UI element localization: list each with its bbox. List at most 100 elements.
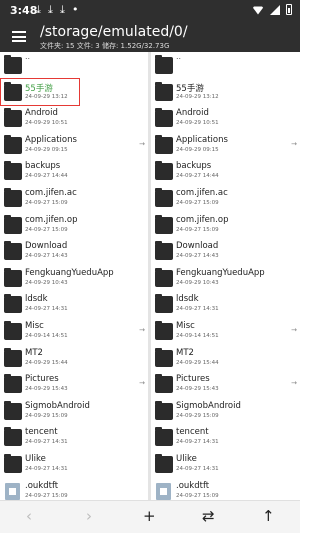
folder-icon: [4, 267, 22, 287]
file-row[interactable]: Applications 24-09-29 09:15 →: [0, 132, 148, 159]
file-name: ldsdk: [25, 294, 48, 305]
file-row[interactable]: Ulike 24-09-27 14:31: [151, 451, 300, 478]
file-row[interactable]: Misc 24-09-14 14:51 →: [0, 318, 148, 345]
file-name: com.jifen.ac: [176, 187, 228, 198]
file-name: 55手游: [176, 83, 204, 94]
up-icon[interactable]: ↑: [262, 507, 275, 525]
file-date: 24-09-27 15:09: [25, 226, 68, 233]
file-date: 24-09-29 13:12: [176, 93, 219, 100]
file-date: 24-09-29 10:51: [25, 120, 68, 127]
add-icon[interactable]: +: [143, 507, 156, 525]
file-name: com.jifen.op: [176, 214, 229, 225]
file-row[interactable]: ldsdk 24-09-27 14:31: [151, 291, 300, 318]
file-name: backups: [25, 161, 61, 172]
folder-icon: [4, 134, 22, 154]
folder-icon: [4, 347, 22, 367]
folder-icon: [4, 241, 22, 261]
folder-icon: [155, 134, 173, 154]
file-name: .oukdtft: [25, 480, 59, 491]
file-name: Ulike: [176, 453, 197, 464]
symlink-arrow-icon: →: [139, 139, 145, 148]
folder-icon: [155, 214, 173, 234]
file-name: Applications: [176, 134, 228, 145]
menu-icon[interactable]: [12, 31, 26, 42]
file-date: 24-09-27 15:09: [176, 492, 219, 499]
folder-icon: [4, 453, 22, 473]
file-date: 24-09-29 10:43: [176, 279, 219, 286]
file-row[interactable]: Pictures 24-09-29 15:43 →: [151, 371, 300, 398]
folder-icon: [4, 214, 22, 234]
file-row[interactable]: SigmobAndroid 24-09-29 15:09: [0, 398, 148, 425]
current-path[interactable]: /storage/emulated/0/: [40, 24, 188, 40]
file-icon: [5, 482, 20, 500]
file-date: 24-09-27 15:09: [176, 226, 219, 233]
file-name: Misc: [25, 320, 44, 331]
file-row[interactable]: Download 24-09-27 14:43: [0, 238, 148, 265]
folder-icon: [155, 374, 173, 394]
file-row[interactable]: .oukdtft 24-09-27 15:09: [151, 478, 300, 501]
file-row[interactable]: Misc 24-09-14 14:51 →: [151, 318, 300, 345]
toolbar: /storage/emulated/0/ 文件夹: 15 文件: 3 储存: 1…: [0, 22, 300, 52]
swap-panes-icon[interactable]: ⇄: [202, 507, 215, 525]
file-date: 24-09-27 15:09: [25, 199, 68, 206]
file-row[interactable]: backups 24-09-27 14:44: [151, 158, 300, 185]
file-row[interactable]: backups 24-09-27 14:44: [0, 158, 148, 185]
file-row[interactable]: com.jifen.op 24-09-27 15:09: [0, 212, 148, 239]
file-row[interactable]: SigmobAndroid 24-09-29 15:09: [151, 398, 300, 425]
folder-icon: [4, 187, 22, 207]
folder-icon: [155, 294, 173, 314]
file-date: 24-09-27 14:31: [176, 439, 219, 446]
file-row[interactable]: Download 24-09-27 14:43: [151, 238, 300, 265]
file-date: 24-09-27 14:43: [25, 253, 68, 260]
right-file-pane[interactable]: .. 55手游 24-09-29 13:12 Android 24-09-29 10:5…: [151, 52, 300, 500]
file-row[interactable]: MT2 24-09-29 15:44: [151, 345, 300, 372]
folder-icon: [4, 108, 22, 128]
file-row[interactable]: com.jifen.op 24-09-27 15:09: [151, 212, 300, 239]
file-name: MT2: [176, 347, 194, 358]
file-row[interactable]: com.jifen.ac 24-09-27 15:09: [0, 185, 148, 212]
symlink-arrow-icon: →: [291, 325, 297, 334]
symlink-arrow-icon: →: [291, 139, 297, 148]
folder-icon: [155, 241, 173, 261]
file-row[interactable]: Applications 24-09-29 09:15 →: [151, 132, 300, 159]
file-name: backups: [176, 161, 212, 172]
left-file-pane[interactable]: .. 55手游 24-09-29 13:12 Android 24-09-29 10:5…: [0, 52, 148, 500]
file-name: tencent: [176, 427, 209, 438]
file-row[interactable]: 55手游 24-09-29 13:12: [0, 79, 148, 106]
file-date: 24-09-27 14:31: [25, 465, 68, 472]
back-icon[interactable]: ‹: [26, 507, 32, 525]
file-name: FengkuangYueduApp: [25, 267, 114, 278]
file-date: 24-09-27 14:44: [176, 173, 219, 180]
file-row[interactable]: ldsdk 24-09-27 14:31: [0, 291, 148, 318]
wifi-icon: [252, 6, 264, 15]
parent-dir-row[interactable]: ..: [151, 52, 300, 79]
file-row[interactable]: Android 24-09-29 10:51: [0, 105, 148, 132]
file-row[interactable]: FengkuangYueduApp 24-09-29 10:43: [151, 265, 300, 292]
parent-dir-label: ..: [176, 52, 182, 61]
file-date: 24-09-27 14:31: [25, 306, 68, 313]
symlink-arrow-icon: →: [139, 379, 145, 388]
file-row[interactable]: com.jifen.ac 24-09-27 15:09: [151, 185, 300, 212]
file-row[interactable]: FengkuangYueduApp 24-09-29 10:43: [0, 265, 148, 292]
forward-icon[interactable]: ›: [86, 507, 92, 525]
file-date: 24-09-29 09:15: [25, 146, 68, 153]
folder-icon: [155, 81, 173, 101]
symlink-arrow-icon: →: [139, 325, 145, 334]
file-row[interactable]: Android 24-09-29 10:51: [151, 105, 300, 132]
file-row[interactable]: MT2 24-09-29 15:44: [0, 345, 148, 372]
file-date: 24-09-29 15:44: [176, 359, 219, 366]
folder-icon: [4, 427, 22, 447]
file-date: 24-09-29 15:09: [176, 412, 219, 419]
parent-dir-row[interactable]: ..: [0, 52, 148, 79]
file-row[interactable]: tencent 24-09-27 14:31: [0, 424, 148, 451]
file-name: Android: [176, 108, 209, 119]
file-row[interactable]: Ulike 24-09-27 14:31: [0, 451, 148, 478]
file-row[interactable]: .oukdtft 24-09-27 15:09: [0, 478, 148, 501]
file-row[interactable]: tencent 24-09-27 14:31: [151, 424, 300, 451]
file-row[interactable]: Pictures 24-09-29 15:43 →: [0, 371, 148, 398]
file-date: 24-09-27 15:09: [25, 492, 68, 499]
file-row[interactable]: 55手游 24-09-29 13:12: [151, 79, 300, 106]
bottom-bar: ‹ › + ⇄ ↑: [0, 500, 300, 533]
file-date: 24-09-14 14:51: [176, 332, 219, 339]
file-date: 24-09-14 14:51: [25, 332, 68, 339]
